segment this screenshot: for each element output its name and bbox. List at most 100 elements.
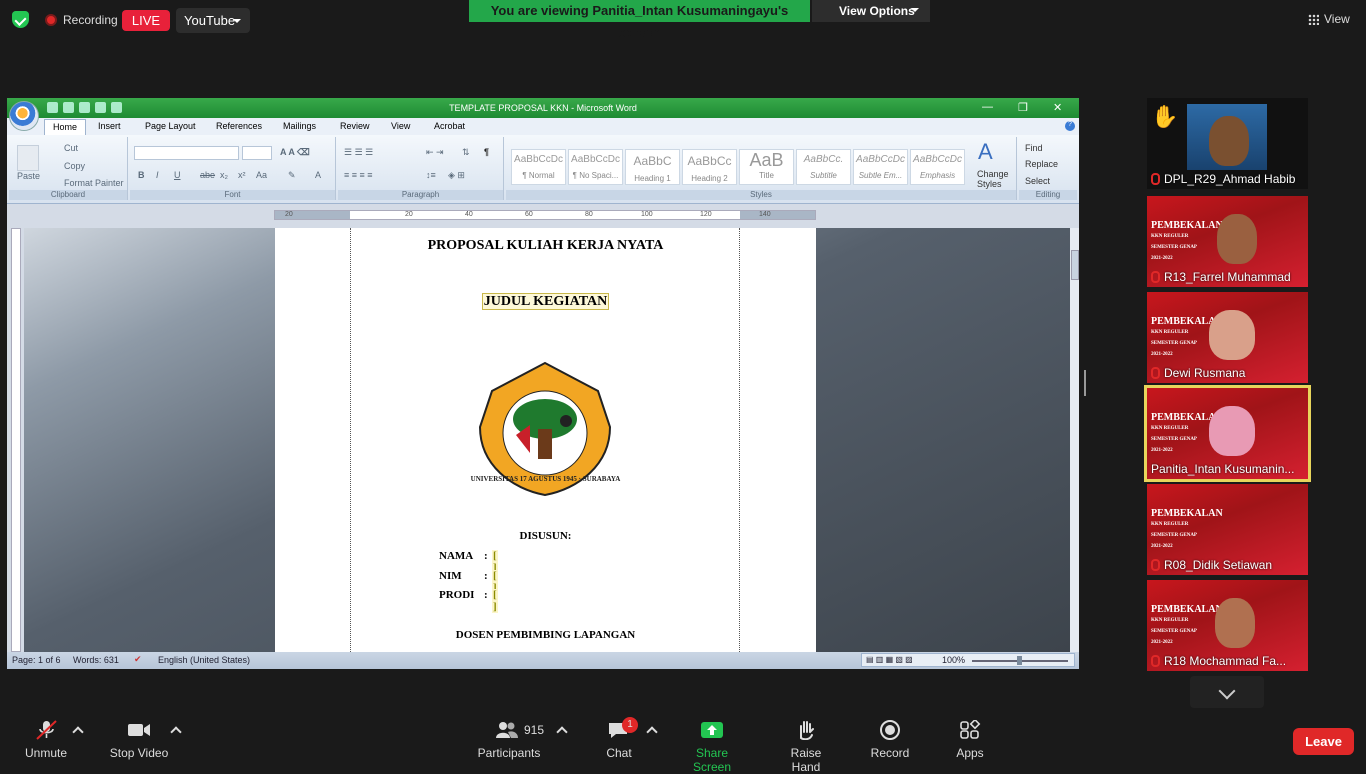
- vertical-scrollbar[interactable]: [1070, 228, 1079, 652]
- live-badge[interactable]: LIVE: [122, 10, 170, 31]
- tab-page-layout[interactable]: Page Layout: [145, 121, 196, 131]
- format-painter-button[interactable]: Format Painter: [64, 178, 124, 188]
- tab-home[interactable]: Home: [44, 119, 87, 135]
- participant-tile[interactable]: PEMBEKALAN KKN REGULER SEMESTER GENAP 2021-…: [1147, 196, 1308, 287]
- style-no-spacing[interactable]: AaBbCcDc ¶ No Spaci...: [568, 149, 623, 185]
- recording-indicator[interactable]: Recording: [45, 13, 118, 27]
- prodi-label: PRODI: [439, 589, 475, 601]
- style-normal[interactable]: AaBbCcDc ¶ Normal: [511, 149, 566, 185]
- shading-icon[interactable]: ◈ ⊞: [448, 170, 465, 181]
- help-icon[interactable]: ?: [1065, 121, 1075, 131]
- page-count[interactable]: Page: 1 of 6: [12, 655, 61, 665]
- style-sample: AaBbCc.: [803, 154, 844, 165]
- minimize-icon[interactable]: —: [982, 101, 993, 113]
- highlight-icon[interactable]: ✎: [288, 170, 296, 181]
- security-shield-icon[interactable]: [12, 11, 29, 28]
- paste-icon[interactable]: [17, 145, 39, 171]
- font-name-box[interactable]: [134, 146, 239, 160]
- replace-button[interactable]: Replace: [1025, 159, 1058, 169]
- scroll-thumb[interactable]: [1071, 250, 1079, 280]
- show-marks-icon[interactable]: ¶: [484, 147, 489, 157]
- bold-icon[interactable]: B: [138, 170, 145, 180]
- italic-icon[interactable]: I: [156, 170, 159, 180]
- line-spacing-icon[interactable]: ↕≡: [426, 170, 436, 180]
- document-page[interactable]: PROPOSAL KULIAH KERJA NYATA JUDUL KEGIAT…: [275, 228, 816, 652]
- language-status[interactable]: English (United States): [158, 655, 250, 665]
- participants-button[interactable]: 915 Participants: [475, 720, 544, 760]
- style-emphasis[interactable]: AaBbCcDc Emphasis: [910, 149, 965, 185]
- style-subtitle[interactable]: AaBbCc. Subtitle: [796, 149, 851, 185]
- doc-subtitle-field[interactable]: JUDUL KEGIATAN: [275, 293, 816, 310]
- find-button[interactable]: Find: [1025, 143, 1043, 153]
- tab-references[interactable]: References: [216, 121, 262, 131]
- cut-button[interactable]: Cut: [64, 143, 78, 153]
- zoom-slider-thumb[interactable]: [1017, 656, 1022, 665]
- tab-review[interactable]: Review: [340, 121, 370, 131]
- strikethrough-icon[interactable]: abe: [200, 170, 215, 180]
- view-mode-icons[interactable]: ▤ ▥ ▦ ▧ ▨: [866, 655, 913, 664]
- office-button[interactable]: [9, 101, 39, 131]
- panel-splitter[interactable]: [1084, 370, 1086, 396]
- nim-field[interactable]: NIM:[ ]: [439, 570, 498, 594]
- stop-video-button[interactable]: Stop Video: [107, 720, 171, 760]
- font-size-box[interactable]: [242, 146, 272, 160]
- unmute-button[interactable]: Unmute: [22, 720, 70, 760]
- subscript-icon[interactable]: x₂: [220, 170, 228, 180]
- banner-line2: KKN REGULER: [1151, 330, 1189, 335]
- style-sample: AaBbCcDc: [571, 154, 620, 165]
- word-count[interactable]: Words: 631: [73, 655, 119, 665]
- colon: :: [484, 570, 488, 582]
- style-heading-1[interactable]: AaBbC Heading 1: [625, 149, 680, 185]
- style-subtle-emphasis[interactable]: AaBbCcDc Subtle Em...: [853, 149, 908, 185]
- zoom-level[interactable]: 100%: [942, 655, 965, 665]
- font-color-icon[interactable]: A: [315, 170, 321, 180]
- bullets-icon[interactable]: ☰ ☰ ☰: [344, 147, 373, 158]
- clipboard-group: Paste Cut Copy Format Painter Clipboard: [9, 137, 128, 200]
- view-options-button[interactable]: View Options: [812, 0, 930, 22]
- gallery-scroll-down-button[interactable]: [1190, 676, 1264, 708]
- muted-mic-icon: [1151, 271, 1160, 283]
- tab-insert[interactable]: Insert: [98, 121, 121, 131]
- style-title[interactable]: AaB Title: [739, 149, 794, 185]
- livestream-platform-dropdown[interactable]: YouTube: [176, 8, 250, 33]
- vertical-ruler-scale: [11, 228, 21, 652]
- record-button[interactable]: Record: [869, 720, 911, 760]
- share-screen-button[interactable]: Share Screen: [676, 720, 748, 774]
- change-styles-button[interactable]: Change Styles: [977, 169, 1011, 189]
- participant-tile[interactable]: PEMBEKALAN KKN REGULER SEMESTER GENAP 2021-…: [1147, 292, 1308, 383]
- nama-field[interactable]: NAMA:[ ]: [439, 550, 498, 574]
- tab-acrobat[interactable]: Acrobat: [434, 121, 465, 131]
- chat-button[interactable]: 1 Chat: [600, 717, 638, 760]
- ruler-scale[interactable]: 20 20 40 60 80 100 120 140: [274, 210, 816, 220]
- muted-mic-icon: [1151, 559, 1160, 571]
- participant-tile[interactable]: PEMBEKALAN KKN REGULER SEMESTER GENAP 2021-…: [1147, 484, 1308, 575]
- apps-button[interactable]: Apps: [953, 720, 987, 760]
- participant-tile[interactable]: ✋ DPL_R29_Ahmad Habib: [1147, 98, 1308, 189]
- proofing-icon[interactable]: ✔: [134, 654, 142, 665]
- view-layout-button[interactable]: View: [1308, 12, 1350, 26]
- prodi-field[interactable]: PRODI: [ ]: [439, 589, 498, 613]
- copy-button[interactable]: Copy: [64, 161, 85, 171]
- change-styles-icon[interactable]: A: [978, 139, 993, 165]
- paste-button[interactable]: Paste: [17, 171, 40, 181]
- participant-tile-active-speaker[interactable]: PEMBEKALAN KKN REGULER SEMESTER GENAP 2021-…: [1144, 385, 1311, 482]
- align-icons[interactable]: ≡ ≡ ≡ ≡: [344, 170, 373, 180]
- close-icon[interactable]: ✕: [1053, 101, 1062, 114]
- grow-font-icon[interactable]: A A ⌫: [280, 147, 310, 158]
- superscript-icon[interactable]: x²: [238, 170, 246, 180]
- tab-mailings[interactable]: Mailings: [283, 121, 316, 131]
- sort-icon[interactable]: ⇅: [462, 147, 470, 158]
- underline-icon[interactable]: U: [174, 170, 181, 180]
- participant-name: R08_Didik Setiawan: [1151, 557, 1304, 572]
- style-heading-2[interactable]: AaBbCc Heading 2: [682, 149, 737, 185]
- change-case-icon[interactable]: Aa: [256, 170, 267, 180]
- participant-tile[interactable]: PEMBEKALAN KKN REGULER SEMESTER GENAP 2021-…: [1147, 580, 1308, 671]
- select-button[interactable]: Select: [1025, 176, 1050, 186]
- participant-name-text: DPL_R29_Ahmad Habib: [1164, 172, 1296, 186]
- recording-label: Recording: [63, 13, 118, 27]
- restore-icon[interactable]: ❐: [1018, 101, 1028, 114]
- indent-icon[interactable]: ⇤ ⇥: [426, 147, 444, 158]
- raise-hand-button[interactable]: Raise Hand: [775, 720, 837, 774]
- leave-button[interactable]: Leave: [1293, 728, 1354, 755]
- tab-view[interactable]: View: [391, 121, 410, 131]
